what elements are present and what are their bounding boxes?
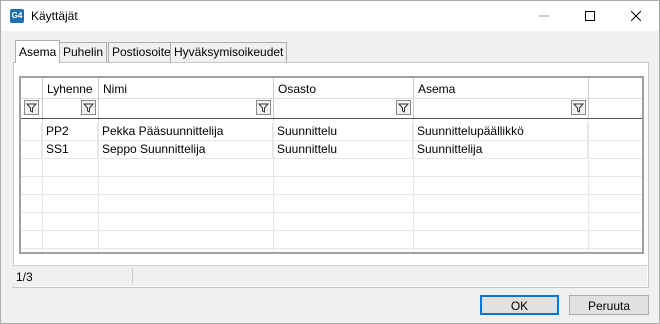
header-filler — [588, 78, 642, 118]
row-selector[interactable] — [21, 123, 42, 140]
record-position: 1/3 — [16, 270, 33, 284]
status-bar: 1/3 — [13, 265, 647, 286]
filter-funnel-icon — [572, 103, 585, 113]
row-selector-header — [21, 78, 43, 118]
cell-nimi[interactable]: Pekka Pääsuunnittelija — [98, 123, 273, 140]
close-icon — [631, 11, 641, 21]
cell-lyhenne[interactable]: SS1 — [42, 141, 98, 158]
filter-funnel-icon — [397, 103, 410, 113]
close-button[interactable] — [613, 1, 659, 31]
table-row[interactable]: SS1 Seppo Suunnittelija Suunnittelu Suun… — [21, 141, 642, 159]
users-window: G4 Käyttäjät Asema Puhelin Postiosoite H… — [0, 0, 660, 324]
empty-row — [21, 159, 642, 177]
empty-row — [21, 195, 642, 213]
cancel-button[interactable]: Peruuta — [569, 295, 649, 315]
tab-hyvaksymisoikeudet[interactable]: Hyväksymisoikeudet — [170, 42, 288, 62]
table-row[interactable]: PP2 Pekka Pääsuunnittelija Suunnittelu S… — [21, 123, 642, 141]
cell-lyhenne[interactable]: PP2 — [42, 123, 98, 140]
grid-header: Lyhenne Nimi Osasto Asema — [21, 78, 642, 119]
column-header-osasto[interactable]: Osasto — [273, 78, 414, 118]
empty-row — [21, 213, 642, 231]
cell-osasto[interactable]: Suunnittelu — [273, 123, 413, 140]
cell-osasto[interactable]: Suunnittelu — [273, 141, 413, 158]
users-grid[interactable]: Lyhenne Nimi Osasto Asema PP2 Pekka Pääs… — [19, 76, 644, 254]
maximize-icon — [585, 11, 595, 21]
filter-funnel-icon — [25, 103, 38, 113]
column-label: Asema — [418, 82, 456, 96]
clear-filter-button[interactable] — [24, 100, 39, 115]
column-header-asema[interactable]: Asema — [413, 78, 589, 118]
tab-postiosoite[interactable]: Postiosoite — [108, 42, 175, 62]
column-label: Lyhenne — [47, 82, 93, 96]
filter-funnel-icon — [82, 103, 95, 113]
app-icon: G4 — [10, 9, 24, 23]
tab-puhelin[interactable]: Puhelin — [59, 42, 108, 62]
tab-asema[interactable]: Asema — [15, 40, 61, 63]
cell-asema[interactable]: Suunnittelija — [413, 141, 588, 158]
row-selector[interactable] — [21, 141, 42, 158]
empty-row — [21, 177, 642, 195]
minimize-button[interactable] — [521, 1, 567, 31]
empty-row — [21, 231, 642, 249]
column-header-lyhenne[interactable]: Lyhenne — [42, 78, 99, 118]
ok-button[interactable]: OK — [480, 295, 559, 315]
filter-button-asema[interactable] — [571, 100, 586, 115]
filter-button-lyhenne[interactable] — [81, 100, 96, 115]
status-divider — [132, 268, 133, 284]
title-bar[interactable]: G4 Käyttäjät — [1, 1, 659, 31]
cell-asema[interactable]: Suunnittelupäällikkö — [413, 123, 588, 140]
filter-button-nimi[interactable] — [256, 100, 271, 115]
maximize-button[interactable] — [567, 1, 613, 31]
filter-button-osasto[interactable] — [396, 100, 411, 115]
column-label: Nimi — [103, 82, 127, 96]
column-label: Osasto — [278, 82, 317, 96]
column-header-nimi[interactable]: Nimi — [98, 78, 274, 118]
window-title: Käyttäjät — [31, 9, 78, 23]
filter-funnel-icon — [257, 103, 270, 113]
cell-nimi[interactable]: Seppo Suunnittelija — [98, 141, 273, 158]
minimize-icon — [539, 15, 549, 17]
